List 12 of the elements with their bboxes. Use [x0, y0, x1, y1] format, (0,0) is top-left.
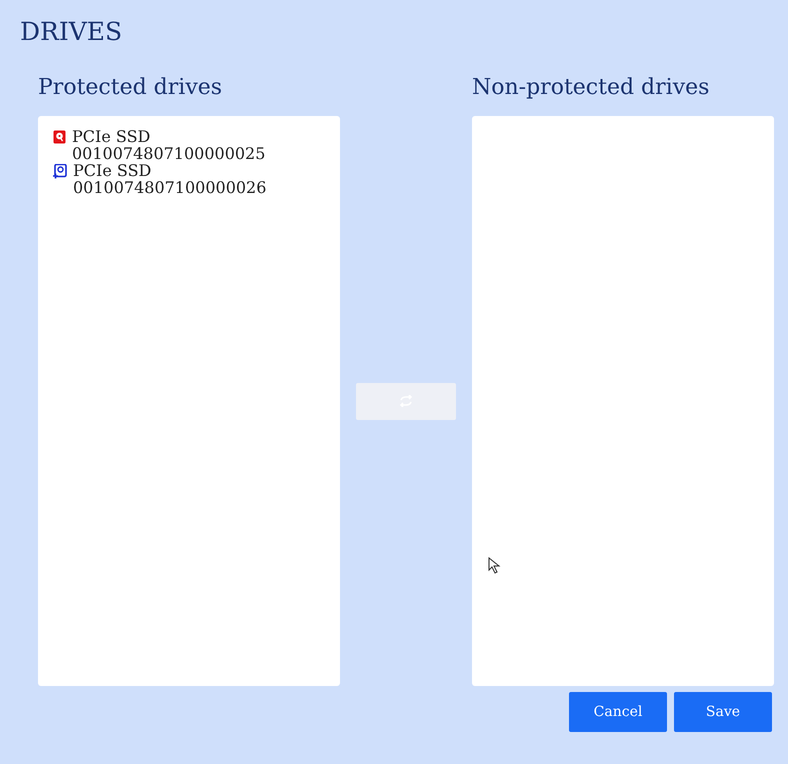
drive-serial[interactable]: 0010074807100000026: [73, 179, 266, 196]
panel-heading: Protected drives: [38, 74, 224, 102]
hard-drive-icon: [53, 130, 66, 144]
drive-serial[interactable]: 0010074807100000025: [72, 145, 266, 162]
drive-name[interactable]: PCIe SSD: [72, 128, 266, 145]
panel-heading: Non-protected drives: [472, 74, 710, 102]
cancel-button[interactable]: Cancel: [569, 692, 667, 732]
drive-sync-icon: [53, 164, 67, 179]
save-button[interactable]: Save: [674, 692, 772, 732]
mouse-cursor-icon: [488, 557, 502, 575]
page-title: DRIVES: [20, 16, 124, 48]
drive-name[interactable]: PCIe SSD: [73, 162, 266, 179]
